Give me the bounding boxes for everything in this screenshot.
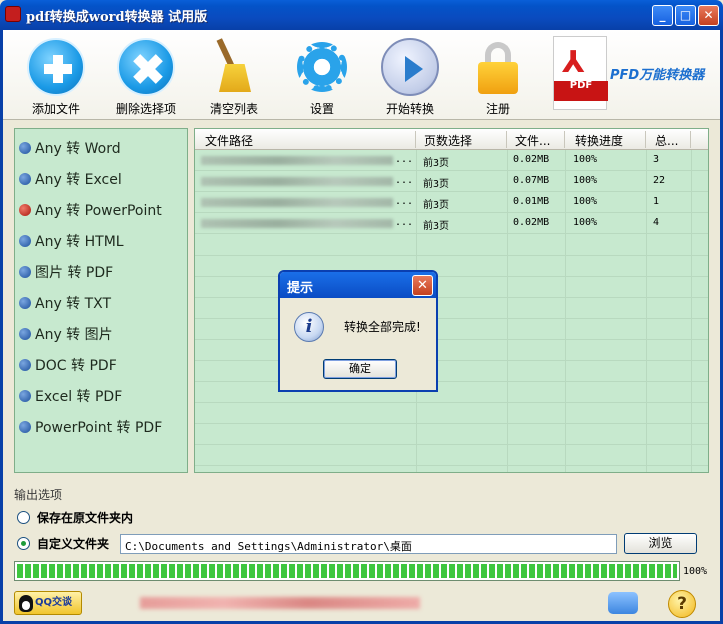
remove-icon bbox=[117, 38, 175, 96]
pdf-logo-icon: ⅄ PDF bbox=[553, 36, 608, 110]
remove-selected-button[interactable]: 删除选择项 bbox=[101, 38, 191, 117]
table-row[interactable]: ... 前3页 0.02MB 100% 4 bbox=[195, 213, 708, 234]
title-bar: pdf转换成word转换器 试用版 _ □ ✕ bbox=[0, 0, 723, 30]
settings-label: 设置 bbox=[309, 102, 334, 116]
header-total[interactable]: 总... bbox=[655, 132, 678, 149]
dialog-title-bar: 提示 ✕ bbox=[280, 272, 436, 298]
start-convert-label: 开始转换 bbox=[385, 102, 434, 116]
table-row[interactable]: ... 前3页 0.07MB 100% 22 bbox=[195, 171, 708, 192]
play-icon bbox=[381, 38, 439, 96]
radio-custom-folder[interactable] bbox=[17, 537, 30, 550]
progress-bar bbox=[14, 561, 680, 581]
gear-icon bbox=[297, 42, 347, 92]
option-dot-icon bbox=[19, 421, 31, 433]
browse-button[interactable]: 浏览 bbox=[624, 533, 697, 554]
option-image-to-pdf[interactable]: 图片 转 PDF bbox=[19, 262, 113, 282]
remove-selected-label: 删除选择项 bbox=[115, 102, 176, 116]
output-options-title: 输出选项 bbox=[14, 488, 63, 502]
option-doc-to-pdf[interactable]: DOC 转 PDF bbox=[19, 355, 117, 375]
option-dot-icon bbox=[19, 266, 31, 278]
option-any-to-excel[interactable]: Any 转 Excel bbox=[19, 169, 122, 189]
option-dot-selected-icon bbox=[19, 204, 31, 216]
header-path[interactable]: 文件路径 bbox=[205, 132, 253, 149]
option-any-to-image[interactable]: Any 转 图片 bbox=[19, 324, 113, 344]
completion-dialog: 提示 ✕ i 转换全部完成! 确定 bbox=[278, 270, 438, 392]
option-any-to-txt[interactable]: Any 转 TXT bbox=[19, 293, 111, 313]
app-icon bbox=[5, 6, 21, 22]
table-row[interactable]: ... 前3页 0.01MB 100% 1 bbox=[195, 192, 708, 213]
settings-button[interactable]: 设置 bbox=[277, 38, 367, 117]
header-pages[interactable]: 页数选择 bbox=[424, 132, 472, 149]
minimize-button[interactable]: _ bbox=[652, 5, 673, 26]
option-dot-icon bbox=[19, 328, 31, 340]
qq-chat-button[interactable]: QQ交谈 bbox=[14, 591, 82, 615]
option-any-to-powerpoint[interactable]: Any 转 PowerPoint bbox=[19, 200, 162, 220]
blurred-path bbox=[201, 198, 393, 207]
clear-list-label: 清空列表 bbox=[209, 102, 258, 116]
option-dot-icon bbox=[19, 173, 31, 185]
blurred-path bbox=[201, 219, 393, 228]
qq-chat-label: QQ交谈 bbox=[35, 597, 73, 608]
help-icon[interactable]: ? bbox=[668, 590, 696, 618]
clear-list-button[interactable]: 清空列表 bbox=[189, 38, 279, 117]
blurred-promo-link[interactable] bbox=[140, 597, 420, 609]
option-any-to-word[interactable]: Any 转 Word bbox=[19, 138, 121, 158]
option-dot-icon bbox=[19, 390, 31, 402]
save-original-label: 保存在原文件夹内 bbox=[37, 511, 134, 525]
header-progress[interactable]: 转换进度 bbox=[575, 132, 623, 149]
radio-save-original[interactable] bbox=[17, 511, 30, 524]
qq-penguin-icon bbox=[19, 595, 33, 612]
chat-bubble-icon[interactable] bbox=[608, 592, 638, 614]
file-table: 文件路径 页数选择 文件... 转换进度 总... ... 前3页 0.02MB… bbox=[194, 128, 709, 473]
close-button[interactable]: ✕ bbox=[698, 5, 719, 26]
blurred-path bbox=[201, 177, 393, 186]
custom-folder-label: 自定义文件夹 bbox=[37, 537, 110, 551]
option-excel-to-pdf[interactable]: Excel 转 PDF bbox=[19, 386, 122, 406]
add-icon bbox=[27, 38, 85, 96]
progress-percent: 100% bbox=[683, 566, 708, 577]
pdf-logo-tag: PDF bbox=[554, 81, 608, 101]
window-title: pdf转换成word转换器 试用版 bbox=[26, 10, 208, 25]
conversion-type-list: Any 转 Word Any 转 Excel Any 转 PowerPoint … bbox=[14, 128, 188, 473]
option-dot-icon bbox=[19, 142, 31, 154]
broom-icon bbox=[205, 38, 263, 96]
dialog-ok-button[interactable]: 确定 bbox=[323, 359, 397, 379]
dialog-message: 转换全部完成! bbox=[344, 320, 421, 334]
lock-icon bbox=[469, 38, 527, 96]
option-any-to-html[interactable]: Any 转 HTML bbox=[19, 231, 124, 251]
add-file-label: 添加文件 bbox=[31, 102, 80, 116]
start-convert-button[interactable]: 开始转换 bbox=[365, 38, 455, 117]
table-row[interactable]: ... 前3页 0.02MB 100% 3 bbox=[195, 150, 708, 171]
option-dot-icon bbox=[19, 297, 31, 309]
add-file-button[interactable]: 添加文件 bbox=[11, 38, 101, 117]
option-powerpoint-to-pdf[interactable]: PowerPoint 转 PDF bbox=[19, 417, 162, 437]
header-size[interactable]: 文件... bbox=[515, 132, 550, 149]
brand-label: PFD万能转换器 bbox=[610, 68, 705, 83]
maximize-button[interactable]: □ bbox=[675, 5, 696, 26]
register-button[interactable]: 注册 bbox=[453, 38, 543, 117]
progress-fill bbox=[17, 564, 677, 578]
option-dot-icon bbox=[19, 235, 31, 247]
table-header: 文件路径 页数选择 文件... 转换进度 总... bbox=[195, 129, 708, 150]
output-path-field[interactable]: C:\Documents and Settings\Administrator\… bbox=[120, 534, 617, 554]
option-dot-icon bbox=[19, 359, 31, 371]
register-label: 注册 bbox=[485, 102, 510, 116]
dialog-close-button[interactable]: ✕ bbox=[412, 275, 433, 296]
pdf-logo-symbol: ⅄ bbox=[562, 45, 585, 80]
blurred-path bbox=[201, 156, 393, 165]
dialog-title: 提示 bbox=[287, 281, 314, 296]
info-icon: i bbox=[294, 312, 324, 342]
